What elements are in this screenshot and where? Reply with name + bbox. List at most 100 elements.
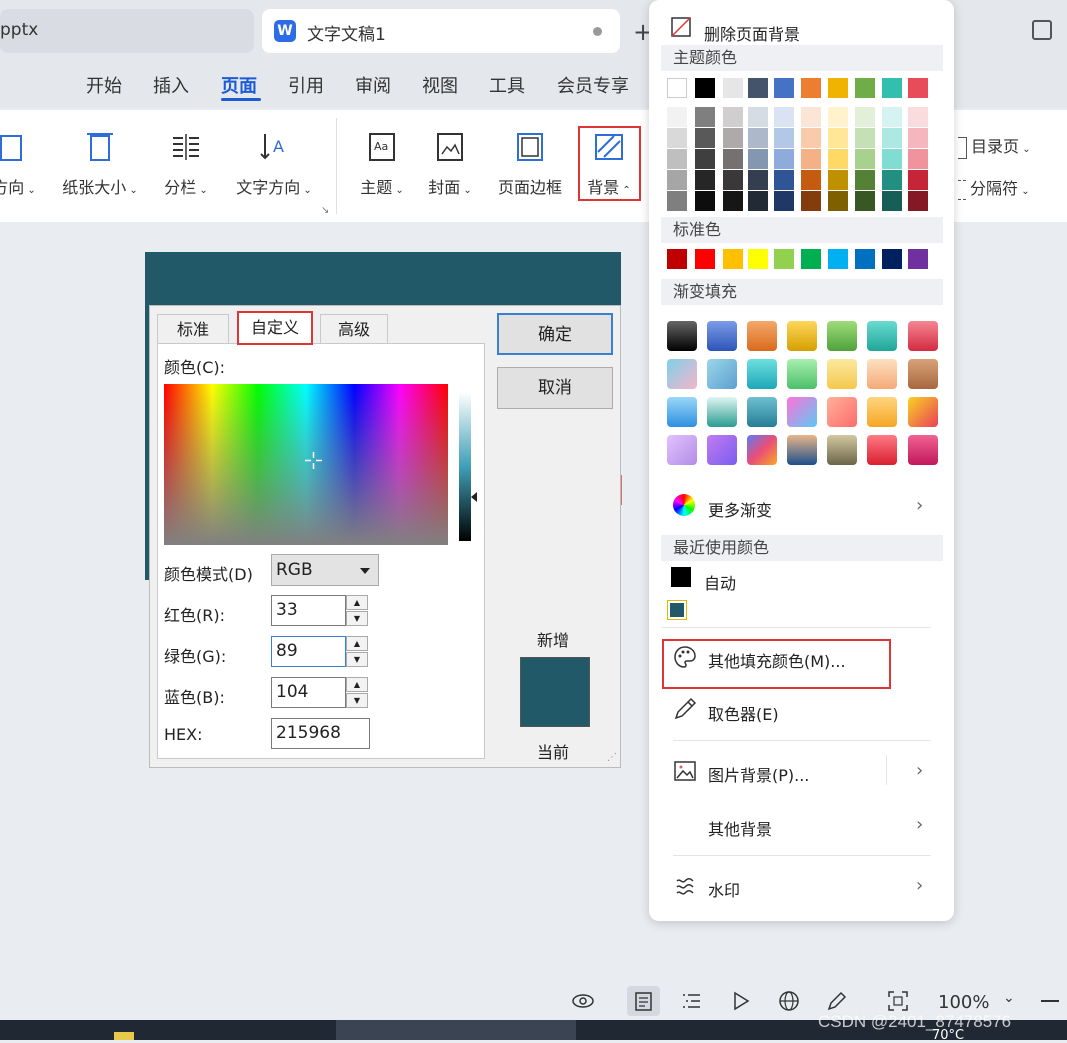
page-border-button[interactable]: 页面边框 — [492, 130, 568, 198]
theme-shade-swatch[interactable] — [828, 107, 848, 127]
tab-advanced[interactable]: 高级 — [320, 314, 388, 344]
theme-color-swatch[interactable] — [723, 78, 743, 98]
separator-button[interactable]: 分隔符 ⌄ — [958, 175, 1067, 200]
gradient-swatch[interactable] — [908, 435, 938, 465]
menu-home[interactable]: 开始 — [86, 72, 122, 98]
theme-shade-swatch[interactable] — [882, 128, 902, 148]
theme-shade-swatch[interactable] — [774, 149, 794, 169]
zoom-level[interactable]: 100% — [938, 992, 989, 1013]
gradient-swatch[interactable] — [787, 321, 817, 351]
theme-shade-swatch[interactable] — [855, 191, 875, 211]
theme-color-swatch[interactable] — [828, 78, 848, 98]
luminance-slider[interactable] — [459, 392, 471, 541]
gradient-swatch[interactable] — [667, 397, 697, 427]
theme-shade-swatch[interactable] — [855, 128, 875, 148]
standard-color-swatch[interactable] — [801, 249, 821, 269]
theme-shade-swatch[interactable] — [855, 149, 875, 169]
gradient-swatch[interactable] — [787, 359, 817, 389]
gradient-swatch[interactable] — [707, 359, 737, 389]
cover-button[interactable]: 封面 ⌄ — [422, 130, 478, 198]
theme-color-swatch[interactable] — [667, 78, 687, 98]
theme-shade-swatch[interactable] — [695, 170, 715, 190]
theme-shade-swatch[interactable] — [774, 170, 794, 190]
theme-shade-swatch[interactable] — [667, 191, 687, 211]
menu-view[interactable]: 视图 — [422, 72, 458, 98]
gradient-swatch[interactable] — [827, 435, 857, 465]
menu-page[interactable]: 页面 — [221, 72, 257, 98]
theme-shade-swatch[interactable] — [801, 107, 821, 127]
theme-shade-swatch[interactable] — [908, 128, 928, 148]
theme-shade-swatch[interactable] — [828, 170, 848, 190]
green-input[interactable]: 89 — [271, 636, 346, 667]
theme-shade-swatch[interactable] — [748, 149, 768, 169]
menu-references[interactable]: 引用 — [288, 72, 324, 98]
standard-color-swatch[interactable] — [882, 249, 902, 269]
gradient-swatch[interactable] — [827, 359, 857, 389]
theme-shade-swatch[interactable] — [882, 149, 902, 169]
gradient-swatch[interactable] — [908, 359, 938, 389]
pen-icon[interactable] — [826, 990, 848, 1012]
gradient-swatch[interactable] — [867, 359, 897, 389]
gradient-swatch[interactable] — [667, 321, 697, 351]
theme-shade-swatch[interactable] — [695, 191, 715, 211]
gradient-swatch[interactable] — [787, 397, 817, 427]
theme-shade-swatch[interactable] — [723, 107, 743, 127]
auto-color-item[interactable]: 自动 — [704, 570, 736, 594]
page-view-button[interactable] — [627, 986, 660, 1016]
menu-member[interactable]: 会员专享 — [557, 72, 629, 98]
theme-shade-swatch[interactable] — [908, 107, 928, 127]
gradient-swatch[interactable] — [667, 435, 697, 465]
gradient-swatch[interactable] — [747, 397, 777, 427]
gradient-swatch[interactable] — [908, 321, 938, 351]
theme-button[interactable]: Aa 主题 ⌄ — [354, 130, 410, 198]
ok-button[interactable]: 确定 — [497, 313, 613, 355]
zoom-out-icon[interactable] — [1041, 1000, 1059, 1002]
theme-shade-swatch[interactable] — [695, 107, 715, 127]
picture-background-item[interactable]: 图片背景(P)... — [708, 762, 809, 786]
standard-color-swatch[interactable] — [828, 249, 848, 269]
auto-color-swatch[interactable] — [671, 567, 691, 587]
fit-page-icon[interactable] — [887, 990, 909, 1012]
eyedropper-item[interactable]: 取色器(E) — [708, 701, 779, 725]
gradient-swatch[interactable] — [747, 321, 777, 351]
tab-document-active[interactable]: W 文字文稿1 — [262, 9, 620, 53]
tab-standard[interactable]: 标准 — [157, 314, 229, 344]
theme-shade-swatch[interactable] — [908, 170, 928, 190]
theme-color-swatch[interactable] — [908, 78, 928, 98]
standard-color-swatch[interactable] — [908, 249, 928, 269]
remove-page-background-item[interactable]: 删除页面背景 — [704, 21, 800, 45]
standard-color-swatch[interactable] — [774, 249, 794, 269]
standard-color-swatch[interactable] — [748, 249, 768, 269]
gradient-swatch[interactable] — [707, 435, 737, 465]
theme-shade-swatch[interactable] — [828, 191, 848, 211]
theme-shade-swatch[interactable] — [667, 170, 687, 190]
recent-color-swatch[interactable] — [667, 600, 687, 620]
blue-input[interactable]: 104 — [271, 677, 346, 708]
standard-color-swatch[interactable] — [695, 249, 715, 269]
color-mode-select[interactable]: RGB — [271, 554, 379, 586]
gradient-swatch[interactable] — [867, 435, 897, 465]
gradient-swatch[interactable] — [747, 359, 777, 389]
gradient-swatch[interactable] — [867, 321, 897, 351]
theme-shade-swatch[interactable] — [828, 128, 848, 148]
dialog-launcher-icon[interactable]: ↘ — [321, 205, 329, 216]
web-view-icon[interactable] — [778, 990, 800, 1012]
tab-document-pptx[interactable]: pptx — [0, 9, 254, 53]
theme-shade-swatch[interactable] — [908, 149, 928, 169]
taskbar-active-app[interactable] — [336, 1020, 576, 1040]
tab-custom[interactable]: 自定义 — [237, 311, 313, 345]
menu-insert[interactable]: 插入 — [153, 72, 189, 98]
theme-shade-swatch[interactable] — [801, 170, 821, 190]
chevron-right-icon[interactable]: › — [916, 760, 923, 781]
theme-shade-swatch[interactable] — [695, 149, 715, 169]
theme-shade-swatch[interactable] — [723, 191, 743, 211]
green-stepper[interactable]: ▲ ▼ — [346, 636, 368, 667]
theme-shade-swatch[interactable] — [748, 170, 768, 190]
columns-button[interactable]: 分栏 ⌄ — [158, 130, 214, 198]
play-icon[interactable] — [731, 991, 751, 1011]
eye-icon[interactable] — [571, 991, 595, 1011]
theme-shade-swatch[interactable] — [748, 191, 768, 211]
orientation-button[interactable]: 方向 ⌄ — [0, 130, 44, 198]
gradient-swatch[interactable] — [707, 397, 737, 427]
standard-color-swatch[interactable] — [855, 249, 875, 269]
